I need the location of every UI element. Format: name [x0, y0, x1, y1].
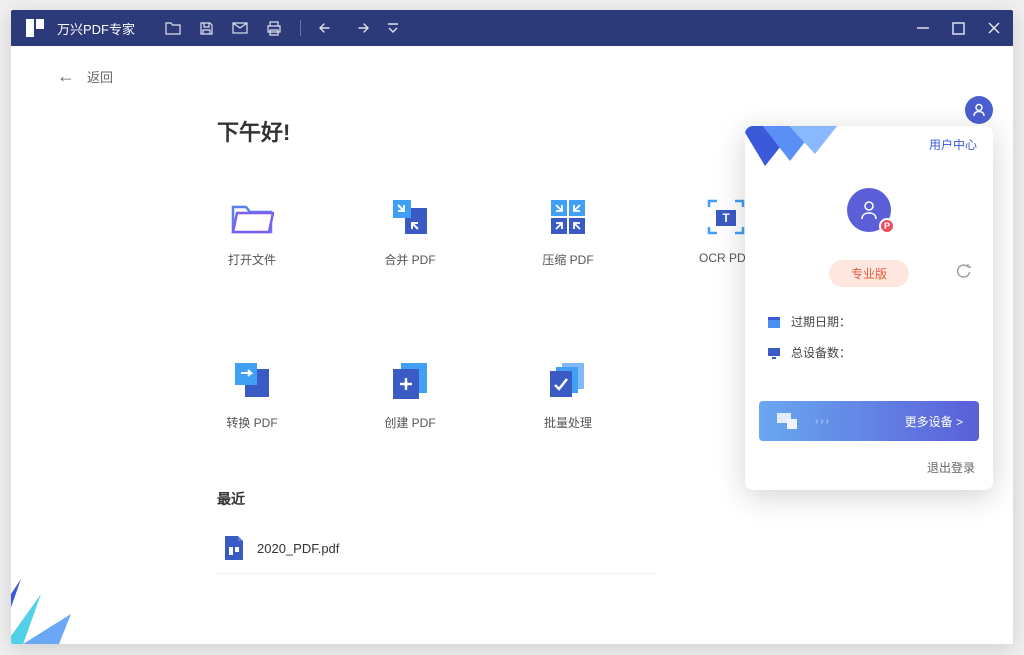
more-devices-label: 更多设备 > — [905, 413, 963, 430]
recent-title: 最近 — [217, 489, 967, 509]
panel-info: 过期日期： 总设备数： — [745, 287, 993, 383]
create-icon — [391, 361, 429, 399]
svg-text:T: T — [722, 211, 730, 225]
titlebar: 万兴PDF专家 — [11, 10, 1013, 46]
devices-row: 总设备数： — [767, 344, 971, 361]
tool-batch[interactable]: 批量处理 — [533, 360, 603, 431]
tool-create-pdf[interactable]: 创建 PDF — [375, 360, 445, 431]
convert-icon — [233, 361, 271, 399]
expiry-row: 过期日期： — [767, 313, 971, 330]
window-controls — [916, 21, 1001, 35]
user-avatar: P — [847, 188, 891, 232]
close-button[interactable] — [987, 21, 1001, 35]
tool-merge-pdf[interactable]: 合并 PDF — [375, 197, 445, 268]
tool-label: 创建 PDF — [384, 414, 435, 431]
panel-decoration — [745, 126, 845, 186]
chevrons-icon: ››› — [815, 416, 831, 427]
content-area: ← 返回 下午好! 打开文件 合并 PDF 压缩 PDF — [11, 46, 1013, 644]
merge-icon — [391, 198, 429, 236]
dropdown-icon[interactable] — [387, 23, 399, 33]
devices-icon — [775, 411, 799, 431]
mail-icon[interactable] — [232, 22, 248, 34]
back-arrow-icon: ← — [57, 66, 75, 87]
back-label: 返回 — [87, 67, 113, 86]
recent-section: 最近 2020_PDF.pdf — [217, 489, 967, 574]
pdf-file-icon — [223, 535, 245, 561]
tool-grid: 打开文件 合并 PDF 压缩 PDF T OCR PDF 转换 PDF — [217, 197, 817, 431]
print-icon[interactable] — [266, 21, 282, 36]
tool-label: 压缩 PDF — [542, 251, 593, 268]
save-icon[interactable] — [199, 21, 214, 36]
tool-compress-pdf[interactable]: 压缩 PDF — [533, 197, 603, 268]
monitor-icon — [767, 346, 781, 360]
user-center-link[interactable]: 用户中心 — [929, 138, 977, 152]
tool-label: 批量处理 — [544, 414, 592, 431]
tool-convert-pdf[interactable]: 转换 PDF — [217, 360, 287, 431]
calendar-icon — [767, 315, 781, 329]
minimize-button[interactable] — [916, 21, 930, 35]
titlebar-tools — [165, 20, 399, 36]
user-icon — [971, 102, 987, 118]
back-button[interactable]: ← 返回 — [57, 66, 967, 87]
avatar-icon — [858, 199, 880, 221]
logout-button[interactable]: 退出登录 — [745, 441, 993, 476]
tool-open-file[interactable]: 打开文件 — [217, 197, 287, 268]
tool-label: 打开文件 — [228, 251, 276, 268]
refresh-icon[interactable] — [956, 264, 971, 284]
devices-label: 总设备数： — [791, 344, 851, 361]
user-button[interactable] — [965, 96, 993, 124]
app-logo-icon — [23, 16, 47, 40]
app-window: 万兴PDF专家 ← 返回 下午好! — [11, 10, 1013, 644]
folder-open-icon — [230, 199, 274, 235]
app-title: 万兴PDF专家 — [57, 19, 135, 38]
recent-file-row[interactable]: 2020_PDF.pdf — [217, 523, 657, 574]
recent-filename: 2020_PDF.pdf — [257, 541, 339, 556]
version-badge: 专业版 — [829, 260, 909, 287]
ocr-icon: T — [706, 198, 746, 236]
more-devices-button[interactable]: ››› 更多设备 > — [759, 401, 979, 441]
tool-label: 合并 PDF — [384, 251, 435, 268]
compress-icon — [549, 198, 587, 236]
undo-icon[interactable] — [319, 21, 335, 35]
expiry-label: 过期日期： — [791, 313, 851, 330]
tool-label: 转换 PDF — [226, 414, 277, 431]
maximize-button[interactable] — [952, 22, 965, 35]
user-panel: 用户中心 P 专业版 过期日期： — [745, 126, 993, 490]
open-folder-icon[interactable] — [165, 21, 181, 35]
redo-icon[interactable] — [353, 21, 369, 35]
pro-badge: P — [879, 218, 895, 234]
batch-icon — [548, 361, 588, 399]
